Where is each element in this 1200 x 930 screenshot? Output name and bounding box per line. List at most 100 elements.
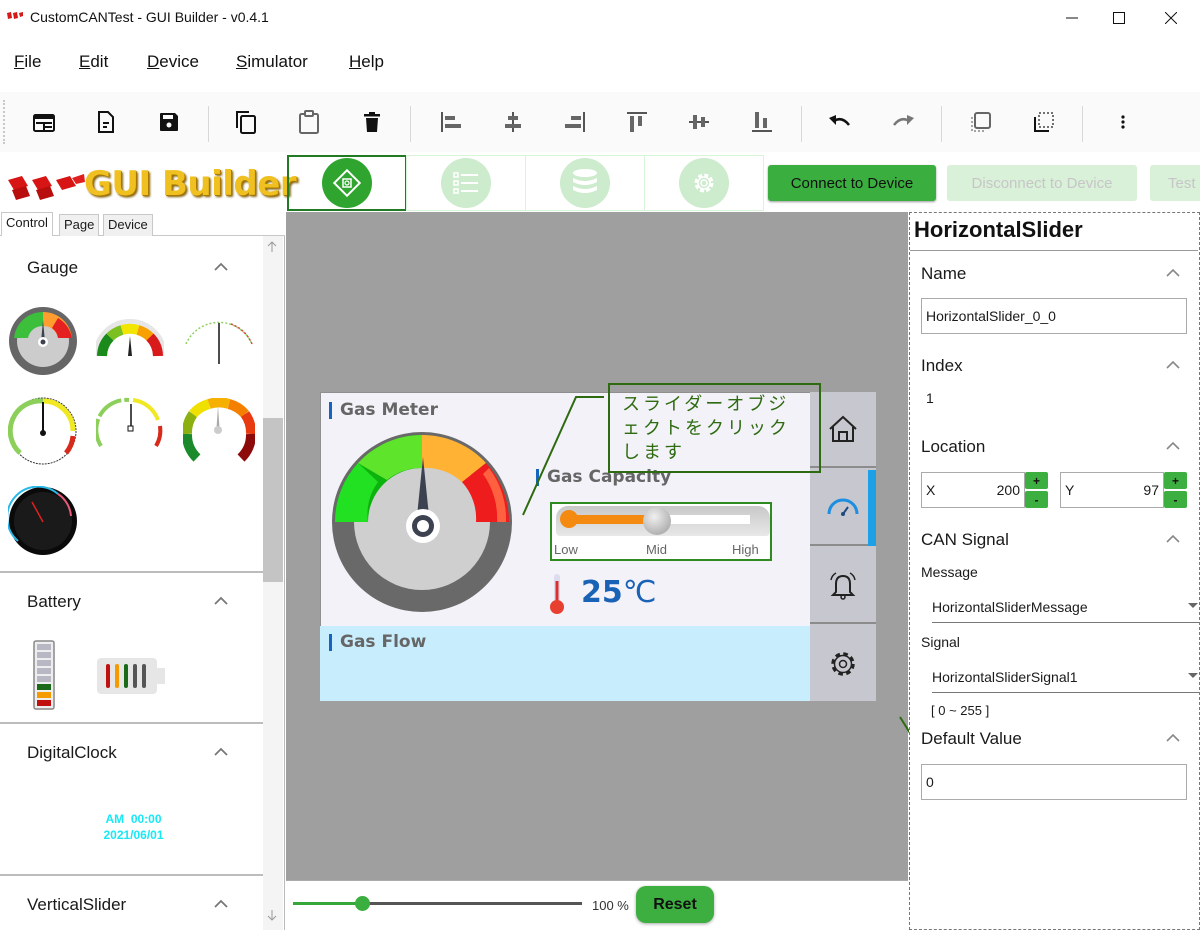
battery-vertical-item[interactable] — [33, 640, 55, 710]
y-value: 97 — [1143, 482, 1159, 498]
tab-page[interactable]: Page — [59, 214, 100, 236]
align-top-button[interactable] — [622, 107, 652, 137]
copy-button[interactable] — [231, 107, 261, 137]
default-value-input[interactable]: 0 — [921, 764, 1187, 800]
close-button[interactable] — [1148, 0, 1194, 36]
align-right-button[interactable] — [560, 107, 590, 137]
paste-button[interactable] — [294, 107, 324, 137]
menu-label: evice — [159, 52, 199, 71]
name-input[interactable]: HorizontalSlider_0_0 — [921, 298, 1187, 334]
slider-label-high: High — [732, 542, 759, 557]
bring-front-button[interactable] — [966, 107, 996, 137]
new-project-button[interactable] — [29, 107, 59, 137]
undo-icon — [829, 115, 850, 126]
trash-icon — [364, 112, 380, 132]
align-middle-icon — [689, 115, 709, 129]
more-vertical-icon — [1121, 115, 1125, 129]
gauge-item-3[interactable] — [183, 316, 255, 368]
battery-horizontal-item[interactable] — [96, 656, 168, 696]
chevron-up-icon[interactable] — [212, 895, 230, 913]
section-divider — [0, 722, 263, 724]
align-left-button[interactable] — [436, 107, 466, 137]
dropdown-arrow-icon — [1188, 603, 1198, 608]
gauge-item-1[interactable] — [8, 306, 78, 376]
mode-tab-settings[interactable] — [644, 155, 764, 211]
x-decrement-button[interactable]: - — [1025, 491, 1048, 508]
align-bottom-button[interactable] — [747, 107, 777, 137]
open-file-button[interactable] — [91, 107, 121, 137]
location-y-input[interactable]: Y 97 — [1060, 472, 1164, 508]
delete-button[interactable] — [357, 107, 387, 137]
nav-alarm-button[interactable] — [810, 548, 876, 624]
menu-file[interactable]: File — [14, 52, 41, 72]
copy-icon — [236, 111, 256, 134]
scroll-up-arrow-icon[interactable] — [266, 240, 278, 254]
signal-select[interactable]: HorizontalSliderSignal1 — [932, 661, 1200, 693]
chevron-up-icon[interactable] — [212, 258, 230, 276]
tab-device[interactable]: Device — [103, 214, 153, 236]
toolbar-separator — [1082, 106, 1083, 142]
location-x-input[interactable]: X 200 — [921, 472, 1025, 508]
chevron-up-icon[interactable] — [1165, 357, 1181, 373]
redo-button[interactable] — [888, 107, 918, 137]
y-decrement-button[interactable]: - — [1164, 491, 1187, 508]
save-button[interactable] — [154, 107, 184, 137]
gauge-item-4[interactable] — [8, 396, 78, 466]
section-divider — [0, 571, 263, 573]
mode-tab-list[interactable] — [406, 155, 526, 211]
mode-circle — [441, 158, 491, 208]
nav-settings-button[interactable] — [810, 626, 876, 702]
menu-bar: File Edit Device Simulator Help — [0, 44, 1200, 80]
gauge-item-5[interactable] — [96, 396, 166, 452]
connect-device-button[interactable]: Connect to Device — [768, 165, 936, 201]
slider-thumb[interactable] — [643, 507, 671, 535]
align-top-icon — [627, 112, 647, 132]
toolbar-grip[interactable] — [3, 100, 6, 144]
y-increment-button[interactable]: + — [1164, 472, 1187, 489]
app-logo-icon — [7, 12, 23, 19]
chevron-up-icon[interactable] — [1165, 730, 1181, 746]
menu-mnemonic: H — [349, 52, 362, 71]
disconnect-device-button[interactable]: Disconnect to Device — [947, 165, 1137, 201]
mode-tab-design[interactable] — [287, 155, 407, 211]
control-palette: Gauge Battery DigitalClock AM 00:00 2021… — [0, 236, 285, 930]
menu-simulator[interactable]: Simulator — [236, 52, 308, 72]
message-select[interactable]: HorizontalSliderMessage — [932, 591, 1200, 623]
gauge-item-7[interactable] — [8, 486, 78, 556]
temp-number: 25 — [581, 575, 623, 610]
signal-range: [ 0 ~ 255 ] — [931, 703, 990, 718]
section-battery-title: Battery — [27, 592, 81, 611]
digital-clock-item[interactable]: AM 00:00 2021/06/01 — [96, 811, 171, 843]
tab-control[interactable]: Control — [1, 212, 53, 236]
chevron-up-icon[interactable] — [212, 743, 230, 761]
minimize-button[interactable] — [1049, 0, 1095, 36]
chevron-up-icon[interactable] — [1165, 438, 1181, 454]
align-center-button[interactable] — [498, 107, 528, 137]
menu-edit[interactable]: Edit — [79, 52, 108, 72]
send-back-icon — [1034, 112, 1054, 132]
scroll-down-arrow-icon[interactable] — [266, 908, 278, 922]
maximize-button[interactable] — [1096, 0, 1142, 36]
align-middle-button[interactable] — [684, 107, 714, 137]
send-back-button[interactable] — [1029, 107, 1059, 137]
menu-device[interactable]: Device — [147, 52, 199, 72]
menu-help[interactable]: Help — [349, 52, 384, 72]
temperature-value: 25℃ — [581, 575, 656, 610]
test-button[interactable]: Test — [1150, 165, 1200, 201]
chevron-up-icon[interactable] — [1165, 265, 1181, 281]
gauge-item-2[interactable] — [96, 318, 164, 358]
gas-meter-gauge[interactable] — [327, 430, 517, 615]
chevron-up-icon[interactable] — [212, 592, 230, 610]
mode-tab-database[interactable] — [525, 155, 645, 211]
gauge-item-6[interactable] — [183, 398, 255, 464]
x-increment-button[interactable]: + — [1025, 472, 1048, 489]
chevron-up-icon[interactable] — [1165, 531, 1181, 547]
signal-value: HorizontalSliderSignal1 — [932, 668, 1078, 685]
index-value: 1 — [926, 390, 934, 406]
palette-scrollbar-thumb[interactable] — [263, 418, 283, 582]
reset-zoom-button[interactable]: Reset — [636, 886, 714, 923]
more-options-button[interactable] — [1108, 107, 1138, 137]
nav-gauge-button[interactable] — [810, 470, 876, 546]
palette-scrollbar[interactable] — [263, 236, 283, 930]
undo-button[interactable] — [825, 107, 855, 137]
